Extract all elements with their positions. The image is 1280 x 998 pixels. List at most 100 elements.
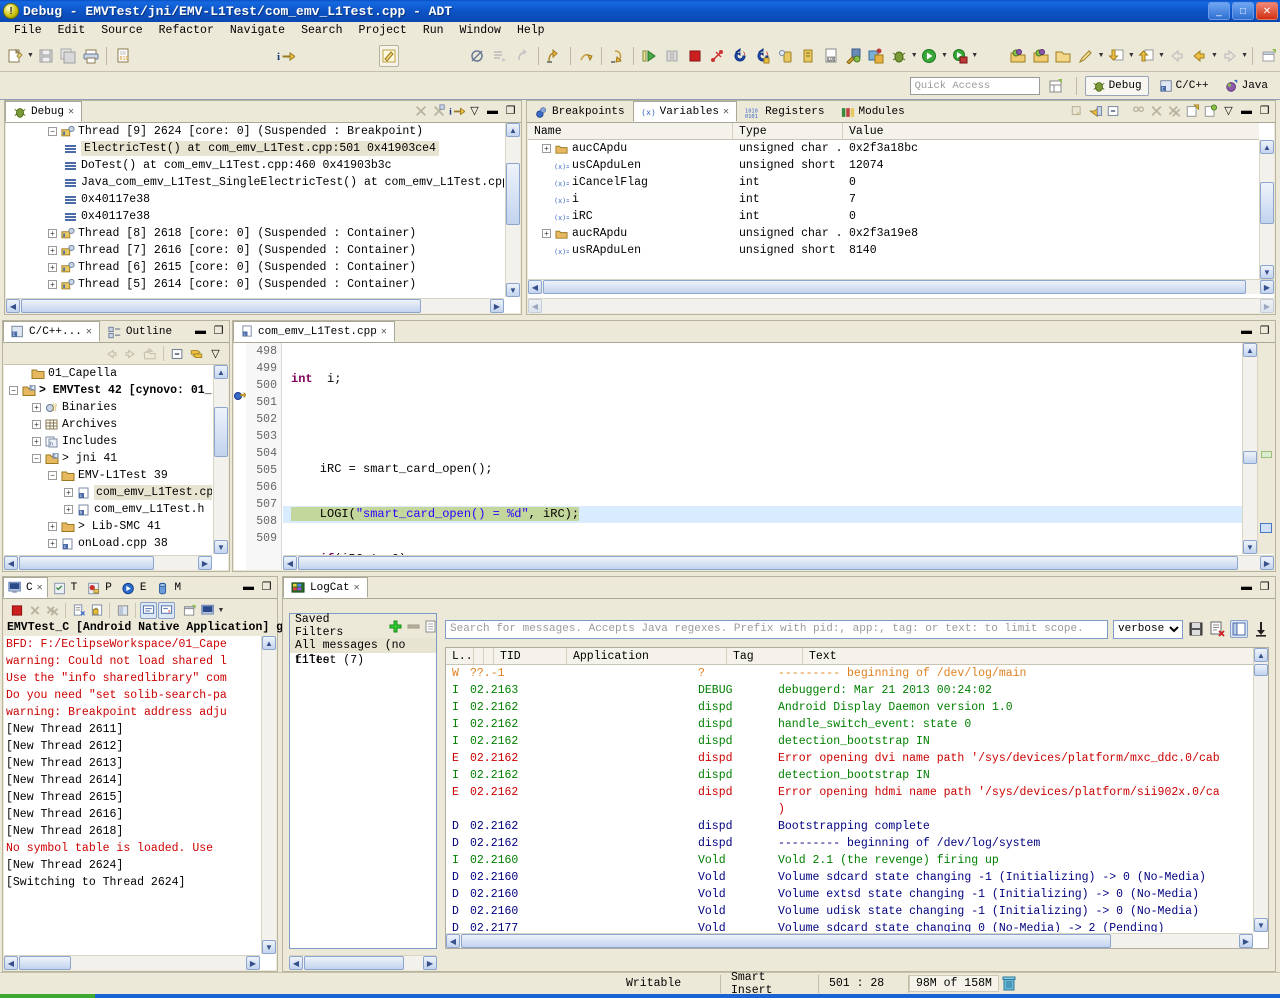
select-console-dropdown-arrow[interactable]: ▼ <box>217 602 225 619</box>
console-vscrollbar[interactable]: ▲ ▼ <box>261 636 276 954</box>
col-level[interactable]: L.. <box>446 648 474 664</box>
project-view-menu-icon[interactable]: ▽ <box>207 345 224 362</box>
step-into-icon[interactable] <box>544 45 565 67</box>
saved-filters-hscrollbar[interactable]: ◀ ▶ <box>289 955 437 970</box>
tree-row[interactable]: + Thread [6] 2615 [core: 0] (Suspended :… <box>6 259 504 276</box>
tree-row[interactable]: 0x40117e38 <box>6 208 504 225</box>
add-expression-icon[interactable] <box>1184 102 1201 119</box>
expander-icon[interactable]: − <box>32 454 41 463</box>
resume-icon[interactable] <box>639 45 660 67</box>
scroll-hthumb[interactable] <box>304 956 404 970</box>
tree-row[interactable]: + h Includes <box>4 433 212 450</box>
menu-project[interactable]: Project <box>351 23 415 38</box>
table-row[interactable]: D 02.2160 Vold Volume udisk state changi… <box>446 903 1253 920</box>
col-type[interactable]: Type <box>733 123 843 139</box>
scroll-up-arrow[interactable]: ▲ <box>1243 343 1257 357</box>
logcat-search-input[interactable] <box>445 619 1108 639</box>
tree-row[interactable]: − Thread [9] 2624 [core: 0] (Suspended :… <box>6 123 504 140</box>
scroll-down-arrow[interactable]: ▼ <box>1260 265 1274 279</box>
scroll-hthumb[interactable] <box>543 280 1246 294</box>
binary-file-icon[interactable]: 010 <box>112 45 133 67</box>
debug-as-icon[interactable] <box>889 45 910 67</box>
editor-overview-ruler[interactable] <box>1257 343 1274 554</box>
scroll-down-arrow[interactable]: ▼ <box>506 283 520 297</box>
menu-run[interactable]: Run <box>415 23 452 38</box>
expander-icon[interactable]: − <box>48 127 57 136</box>
tree-row[interactable]: + Thread [5] 2614 [core: 0] (Suspended :… <box>6 276 504 293</box>
table-row[interactable]: W ??.-1 ? --------- beginning of /dev/lo… <box>446 665 1253 682</box>
scroll-right-arrow[interactable]: ▶ <box>423 956 437 970</box>
scroll-up-arrow[interactable]: ▲ <box>214 365 228 379</box>
tree-row[interactable]: Java_com_emv_L1Test_SingleElectricTest()… <box>6 174 504 191</box>
tree-row[interactable]: + 10 01 Binaries <box>4 399 212 416</box>
scroll-down-arrow[interactable]: ▼ <box>262 940 276 954</box>
scroll-left-arrow[interactable]: ◀ <box>446 934 460 948</box>
open-perspective-icon[interactable] <box>1045 75 1067 97</box>
table-row[interactable]: ) <box>446 801 1253 818</box>
open-console-icon[interactable]: x <box>158 601 175 619</box>
display-selected-console-icon[interactable] <box>140 601 157 619</box>
tab-cpp-projects[interactable]: C C/C++... ✕ <box>3 321 100 342</box>
save-icon[interactable] <box>35 45 56 67</box>
run-dropdown-arrow[interactable]: ▼ <box>941 45 948 67</box>
remove-all-icon[interactable] <box>1166 102 1183 119</box>
debug-tree-hscrollbar[interactable]: ◀ ▶ <box>6 298 504 313</box>
scroll-hthumb[interactable] <box>19 556 154 570</box>
console-maximize-icon[interactable]: ❐ <box>258 578 275 595</box>
view-menu-icon[interactable]: ▽ <box>466 102 483 119</box>
tab-debug[interactable]: Debug ✕ <box>5 101 83 122</box>
list-item[interactable]: L1Test (7) <box>290 653 436 668</box>
pin-icon[interactable] <box>430 102 447 119</box>
table-row[interactable]: + aucCApdu unsigned char ... 0x2f3a18bc <box>528 140 1259 157</box>
toggle-memory-icon[interactable] <box>775 45 796 67</box>
tree-row[interactable]: 01_Capella <box>4 365 212 382</box>
forward-dropdown-arrow[interactable]: ▼ <box>1241 45 1248 67</box>
scroll-up-arrow[interactable]: ▲ <box>1260 140 1274 154</box>
quick-access-input[interactable] <box>909 76 1040 95</box>
remove-console-icon[interactable] <box>26 602 43 619</box>
scroll-up-arrow[interactable]: ▲ <box>262 636 276 650</box>
tab-variables[interactable]: (x)= Variables ✕ <box>632 101 738 122</box>
table-row[interactable]: I 02.2162 dispd handle_switch_event: sta… <box>446 716 1253 733</box>
expander-icon[interactable]: + <box>48 246 57 255</box>
scroll-up-arrow[interactable]: ▲ <box>506 123 520 137</box>
scroll-down-arrow[interactable]: ▼ <box>1243 540 1257 554</box>
table-row[interactable]: (x)= iCancelFlag int 0 <box>528 174 1259 191</box>
console-output[interactable]: BFD: F:/EclipseWorkspace/01_Cape warning… <box>4 636 260 954</box>
clear-console-icon[interactable] <box>70 602 87 619</box>
forward-nav-icon[interactable] <box>122 345 139 362</box>
scroll-hthumb[interactable] <box>461 934 1111 948</box>
tab-logcat[interactable]: LogCat ✕ <box>283 577 368 598</box>
back-nav-icon[interactable] <box>103 345 120 362</box>
add-filter-icon[interactable] <box>389 620 402 633</box>
tree-row[interactable]: − C > jni 41 <box>4 450 212 467</box>
new-window-icon[interactable] <box>1258 45 1279 67</box>
trash-icon[interactable] <box>1002 976 1016 991</box>
table-row[interactable]: D 02.2160 Vold Volume sdcard state chang… <box>446 869 1253 886</box>
table-row[interactable]: (x)= i int 7 <box>528 191 1259 208</box>
logcat-minimize-icon[interactable]: ▬ <box>1238 578 1255 595</box>
new-console-view-icon[interactable] <box>181 602 198 619</box>
source-lookup-icon[interactable]: LOC <box>821 45 842 67</box>
project-vscrollbar[interactable]: ▲ ▼ <box>213 365 228 554</box>
menu-refactor[interactable]: Refactor <box>151 23 222 38</box>
scroll-left-arrow[interactable]: ◀ <box>528 280 542 294</box>
tab-problems[interactable]: P <box>82 577 117 598</box>
toggle-mark-occurrences-icon[interactable] <box>378 44 400 67</box>
scroll-thumb[interactable] <box>506 163 520 225</box>
table-row[interactable]: + aucRApdu unsigned char ... 0x2f3a19e8 <box>528 225 1259 242</box>
step-into-selection-icon[interactable] <box>490 45 511 67</box>
next-annotation-dropdown-arrow[interactable]: ▼ <box>1128 45 1135 67</box>
disconnect-icon[interactable] <box>707 45 728 67</box>
open-type-2-icon[interactable] <box>1030 45 1051 67</box>
previous-annotation-dropdown-arrow[interactable]: ▼ <box>1158 45 1165 67</box>
run-configurations-icon[interactable] <box>866 45 887 67</box>
minimize-button[interactable]: _ <box>1208 2 1230 20</box>
scroll-down-arrow[interactable]: ▼ <box>1254 918 1268 932</box>
variables-view-menu-icon[interactable]: ▽ <box>1220 102 1237 119</box>
quick-fix-dropdown-arrow[interactable]: ▼ <box>1097 45 1105 67</box>
scroll-right-arrow[interactable]: ▶ <box>490 299 504 313</box>
skip-breakpoints-view-icon[interactable]: i <box>448 102 465 119</box>
col-tag[interactable]: Tag <box>727 648 803 664</box>
forward-icon[interactable] <box>1219 45 1240 67</box>
